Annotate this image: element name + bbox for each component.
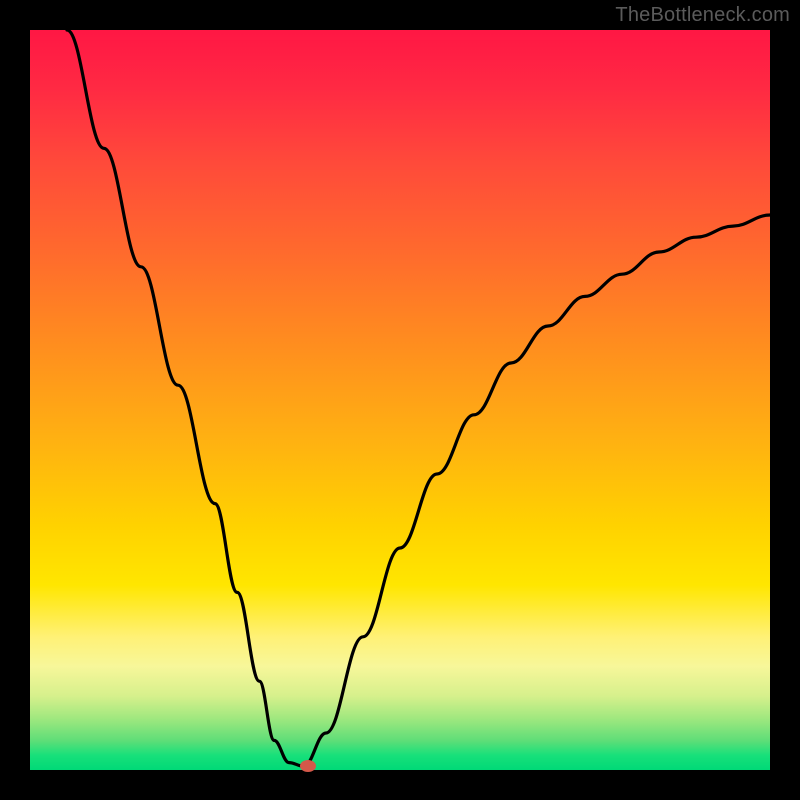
watermark-text: TheBottleneck.com: [615, 4, 790, 27]
bottleneck-curve: [30, 30, 770, 770]
optimal-point-marker: [300, 760, 316, 772]
chart-frame: TheBottleneck.com: [0, 0, 800, 800]
